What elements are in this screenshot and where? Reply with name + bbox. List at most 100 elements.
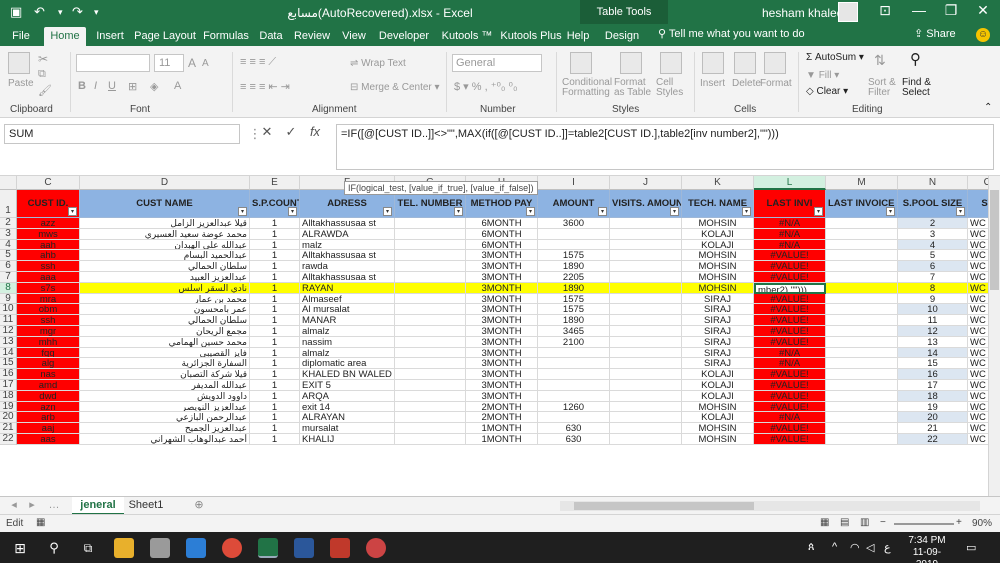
merge-center-button[interactable]: ⊟ Merge & Center ▾ (350, 82, 440, 93)
tab-file[interactable]: File (6, 27, 36, 46)
table-cell[interactable] (610, 261, 682, 272)
horizontal-scrollbar[interactable] (560, 501, 980, 511)
table-cell[interactable]: 1 (250, 401, 300, 413)
table-cell[interactable]: azn (17, 401, 80, 413)
table-cell[interactable] (395, 369, 466, 380)
table-cell[interactable]: عبدالله المديفر (80, 380, 250, 391)
table-cell[interactable]: MANAR (300, 315, 395, 326)
table-cell[interactable]: WC (968, 294, 988, 305)
table-cell[interactable] (610, 369, 682, 380)
table-cell[interactable]: WC (968, 229, 988, 240)
filter-dropdown-icon[interactable]: ▾ (68, 207, 77, 216)
word-icon[interactable] (294, 538, 314, 558)
table-cell[interactable]: 1890 (538, 282, 610, 294)
filter-dropdown-icon[interactable]: ▾ (670, 207, 679, 216)
table-cell[interactable]: 16 (898, 369, 968, 380)
table-cell[interactable]: WC (968, 282, 988, 294)
horizontal-scroll-thumb[interactable] (574, 502, 754, 510)
table-cell[interactable]: 3MONTH (466, 347, 538, 359)
table-cell[interactable] (538, 358, 610, 370)
zoom-in-icon[interactable]: + (956, 517, 962, 528)
column-header-o[interactable]: O (968, 176, 988, 190)
table-cell[interactable]: #N/A (754, 218, 826, 229)
table-cell[interactable]: داوود الدويش (80, 390, 250, 402)
tab-data[interactable]: Data (256, 27, 286, 46)
table-cell[interactable]: diplomatic area (300, 358, 395, 370)
table-cell[interactable]: #VALUE! (754, 401, 826, 413)
ribbon-display-icon[interactable]: ⊡ (870, 2, 900, 19)
table-cell[interactable]: #N/A (754, 412, 826, 424)
table-cell[interactable]: 1 (250, 293, 300, 305)
table-cell[interactable]: 1 (250, 261, 300, 272)
table-cell[interactable] (826, 218, 898, 229)
table-cell[interactable]: WC (968, 348, 988, 359)
table-cell[interactable] (395, 315, 466, 326)
table-cell[interactable]: 3MONTH (466, 261, 538, 272)
table-cell[interactable]: WC (968, 326, 988, 337)
table-cell[interactable]: #VALUE! (754, 380, 826, 391)
table-cell[interactable]: #VALUE! (754, 250, 826, 262)
table-cell[interactable] (610, 239, 682, 251)
table-cell[interactable]: #VALUE! (754, 304, 826, 316)
table-header-cell[interactable]: ST (968, 190, 988, 218)
column-header-m[interactable]: M (826, 176, 898, 190)
table-cell[interactable]: #VALUE! (754, 369, 826, 380)
find-select-icon[interactable]: ⚲ (910, 50, 921, 68)
table-cell[interactable]: MOHSIN (682, 401, 754, 413)
table-header-cell[interactable]: AMOUNT ▾ (538, 190, 610, 218)
table-cell[interactable]: nas (17, 369, 80, 380)
conditional-formatting-icon[interactable] (570, 52, 592, 74)
undo-dropdown-icon[interactable]: ▾ (58, 7, 63, 18)
table-cell[interactable] (395, 358, 466, 370)
table-cell[interactable] (610, 272, 682, 283)
table-cell[interactable]: MOHSIN (682, 272, 754, 283)
table-cell[interactable]: 1 (250, 434, 300, 445)
table-cell[interactable] (826, 358, 898, 370)
table-cell[interactable]: KOLAJI (682, 228, 754, 240)
table-cell[interactable] (826, 390, 898, 402)
table-cell[interactable]: Alltakhassusaa st (300, 272, 395, 283)
table-cell[interactable]: 3465 (538, 326, 610, 337)
table-cell[interactable]: #VALUE! (754, 326, 826, 337)
table-cell[interactable]: 3MONTH (466, 250, 538, 262)
table-cell[interactable]: 630 (538, 423, 610, 434)
table-cell[interactable] (538, 412, 610, 424)
table-cell[interactable]: 1 (250, 239, 300, 251)
vertical-scroll-thumb[interactable] (990, 190, 999, 290)
table-cell[interactable]: 3MONTH (466, 369, 538, 380)
table-header-cell[interactable]: S.P.COUNT ▾ (250, 190, 300, 218)
table-cell[interactable]: 3600 (538, 218, 610, 229)
next-sheet-icon[interactable]: ▸ (24, 497, 40, 515)
table-cell[interactable]: 15 (898, 358, 968, 370)
find-select-button[interactable]: Find & Select (902, 78, 938, 98)
table-cell[interactable]: SIRAJ (682, 358, 754, 370)
table-cell[interactable]: obm (17, 304, 80, 316)
tab-page-layout[interactable]: Page Layout (134, 27, 196, 46)
table-cell[interactable] (395, 304, 466, 316)
filter-dropdown-icon[interactable]: ▾ (814, 207, 823, 216)
table-cell[interactable]: قيلا شركة التصبان (80, 369, 250, 380)
table-cell[interactable]: MOHSIN (682, 282, 754, 294)
table-cell[interactable]: #VALUE! (754, 315, 826, 326)
row-header[interactable]: 1 (0, 190, 17, 218)
table-cell[interactable]: نادي السقر اسلس (80, 282, 250, 294)
table-cell[interactable]: 1 (250, 282, 300, 294)
table-cell[interactable]: azz (17, 218, 80, 229)
table-cell[interactable]: 6MONTH (466, 218, 538, 229)
table-cell[interactable]: 5 (898, 250, 968, 262)
table-cell[interactable]: 3 (898, 228, 968, 240)
undo-icon[interactable]: ↶ (34, 4, 45, 20)
table-cell[interactable]: KHALIJ (300, 434, 395, 445)
number-format-box[interactable]: General (452, 54, 542, 72)
table-cell[interactable]: سلطان الحمالي (80, 315, 250, 326)
table-cell[interactable]: MOHSIN (682, 423, 754, 434)
table-cell[interactable]: #VALUE! (754, 434, 826, 445)
filter-dropdown-icon[interactable]: ▾ (383, 207, 392, 216)
table-cell[interactable] (538, 228, 610, 240)
table-cell[interactable]: 7 (898, 272, 968, 283)
table-cell[interactable]: WC (968, 369, 988, 380)
table-cell[interactable]: #N/A (754, 239, 826, 251)
table-cell[interactable]: WC (968, 240, 988, 251)
table-cell[interactable]: 1 (250, 228, 300, 240)
table-cell[interactable] (610, 380, 682, 391)
